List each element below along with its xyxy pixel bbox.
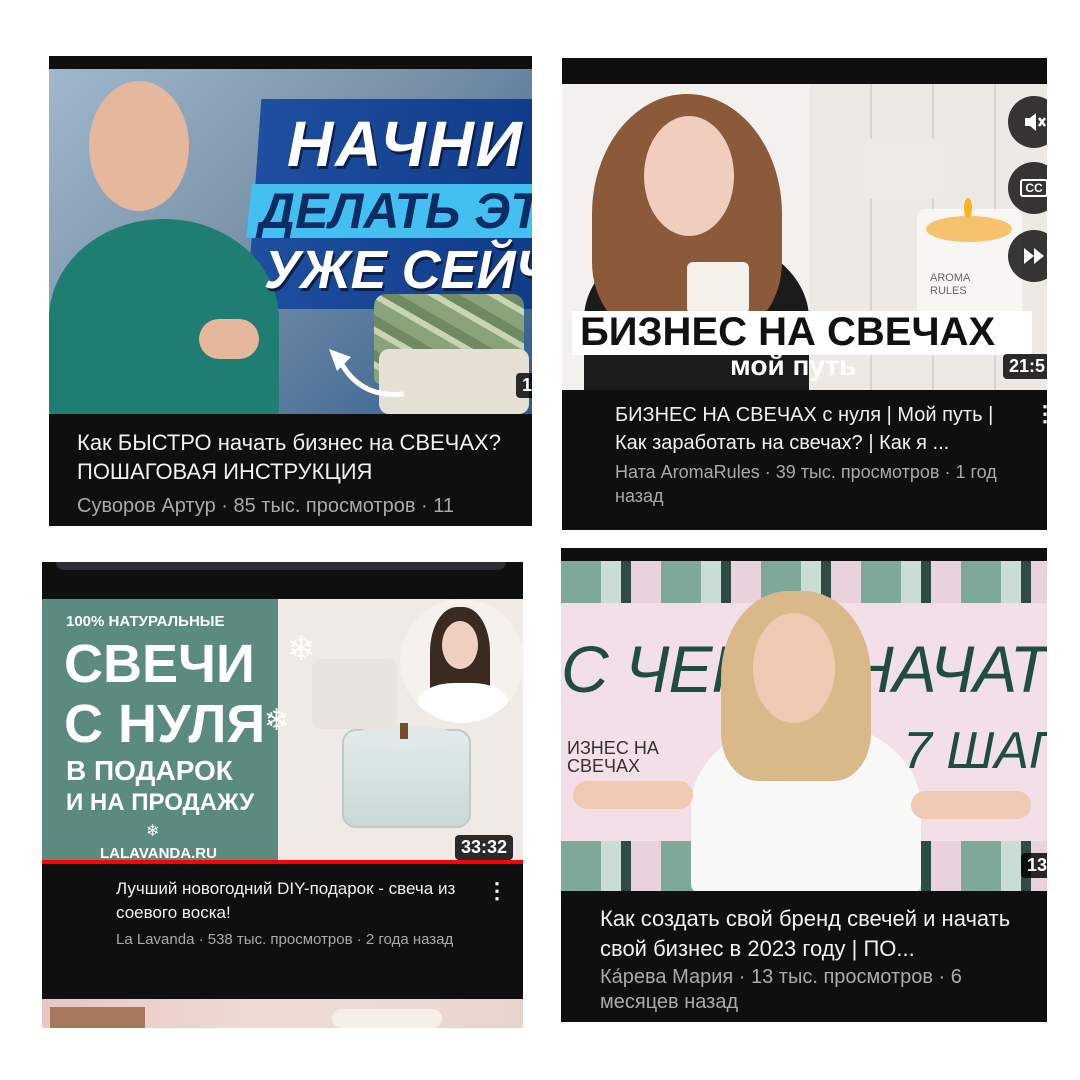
- video-duration-4: 13: [1020, 853, 1047, 878]
- video-meta-2: Ната AromaRules · 39 тыс. просмотров · 1…: [615, 462, 997, 506]
- video-duration-3: 33:32: [454, 835, 513, 860]
- video-title-2[interactable]: БИЗНЕС НА СВЕЧАХ с нуля | Мой путь | Как…: [615, 401, 1015, 457]
- presenter-hand-right: [911, 791, 1031, 819]
- video-title-3[interactable]: Лучший новогодний DIY-подарок - свеча из…: [116, 877, 456, 925]
- next-video-thumbnail-peek: [42, 999, 523, 1028]
- presenter-image: [49, 219, 279, 414]
- more-options-icon[interactable]: ⋮: [1034, 403, 1047, 425]
- video-duration-1: 1: [515, 373, 532, 398]
- snowflake-icon: ❄: [146, 823, 160, 840]
- candle-jar-image: [687, 262, 749, 314]
- arrow-icon: [329, 349, 405, 398]
- video-thumbnail-1[interactable]: НАЧНИ ДЕЛАТЬ ЭТ УЖЕ СЕЙЧАС 1: [49, 69, 532, 414]
- video-meta-1: Суворов Артур · 85 тыс. просмотров · 11: [77, 495, 455, 517]
- snowflake-icon: ❄: [287, 630, 316, 668]
- more-options-icon[interactable]: ⋮: [486, 880, 508, 902]
- presenter-hand-left: [573, 781, 693, 809]
- video-meta-4: Ка́рева Мария · 13 тыс. просмотров · 6 м…: [600, 966, 962, 1013]
- video-title-1[interactable]: Как БЫСТРО начать бизнес на СВЕЧАХ? ПОША…: [77, 428, 527, 486]
- thumbnail-subheadline: мой путь: [730, 350, 857, 381]
- thumbnail-headline-1: НАЧНИ: [287, 108, 524, 180]
- video-meta-3: La Lavanda · 538 тыс. просмотров · 2 год…: [116, 931, 454, 948]
- author-portrait: [400, 599, 523, 723]
- video-title-4[interactable]: Как создать свой бренд свечей и начать с…: [600, 904, 1030, 964]
- candle-jar-lid: [312, 659, 397, 729]
- thumbnail-headline: БИЗНЕС НА СВЕЧАХ: [580, 310, 996, 354]
- thumbnail-headline-2-text: ДЕЛАТЬ ЭТ: [259, 183, 532, 239]
- video-card-1[interactable]: НАЧНИ ДЕЛАТЬ ЭТ УЖЕ СЕЙЧАС 1 Как БЫСТРО …: [49, 56, 532, 526]
- thumbnail-headline-3: УЖЕ СЕЙЧАС: [264, 240, 532, 300]
- video-thumbnail-3[interactable]: 100% НАТУРАЛЬНЫЕ СВЕЧИ С НУЛЯ В ПОДАРОК …: [42, 599, 523, 864]
- video-card-3[interactable]: 100% НАТУРАЛЬНЫЕ СВЕЧИ С НУЛЯ В ПОДАРОК …: [42, 562, 523, 1028]
- video-card-4[interactable]: С ЧЕГО НАЧАТЬ! ИЗНЕС НА СВЕЧАХ 7 ШАГОВ 1…: [561, 548, 1047, 1022]
- top-strip: [56, 562, 506, 570]
- snowflake-icon: ❄: [264, 704, 290, 737]
- video-duration-2: 21:5: [1002, 354, 1047, 379]
- video-thumbnail-4[interactable]: С ЧЕГО НАЧАТЬ! ИЗНЕС НА СВЕЧАХ 7 ШАГОВ 1…: [561, 561, 1047, 891]
- video-card-2[interactable]: AROMA RULES БИЗНЕС НА СВЕЧАХ мой путь 21…: [562, 58, 1047, 530]
- candle-image-2: [862, 139, 942, 199]
- watch-progress-bar: [42, 860, 523, 864]
- video-thumbnail-2[interactable]: AROMA RULES БИЗНЕС НА СВЕЧАХ мой путь 21…: [562, 84, 1047, 390]
